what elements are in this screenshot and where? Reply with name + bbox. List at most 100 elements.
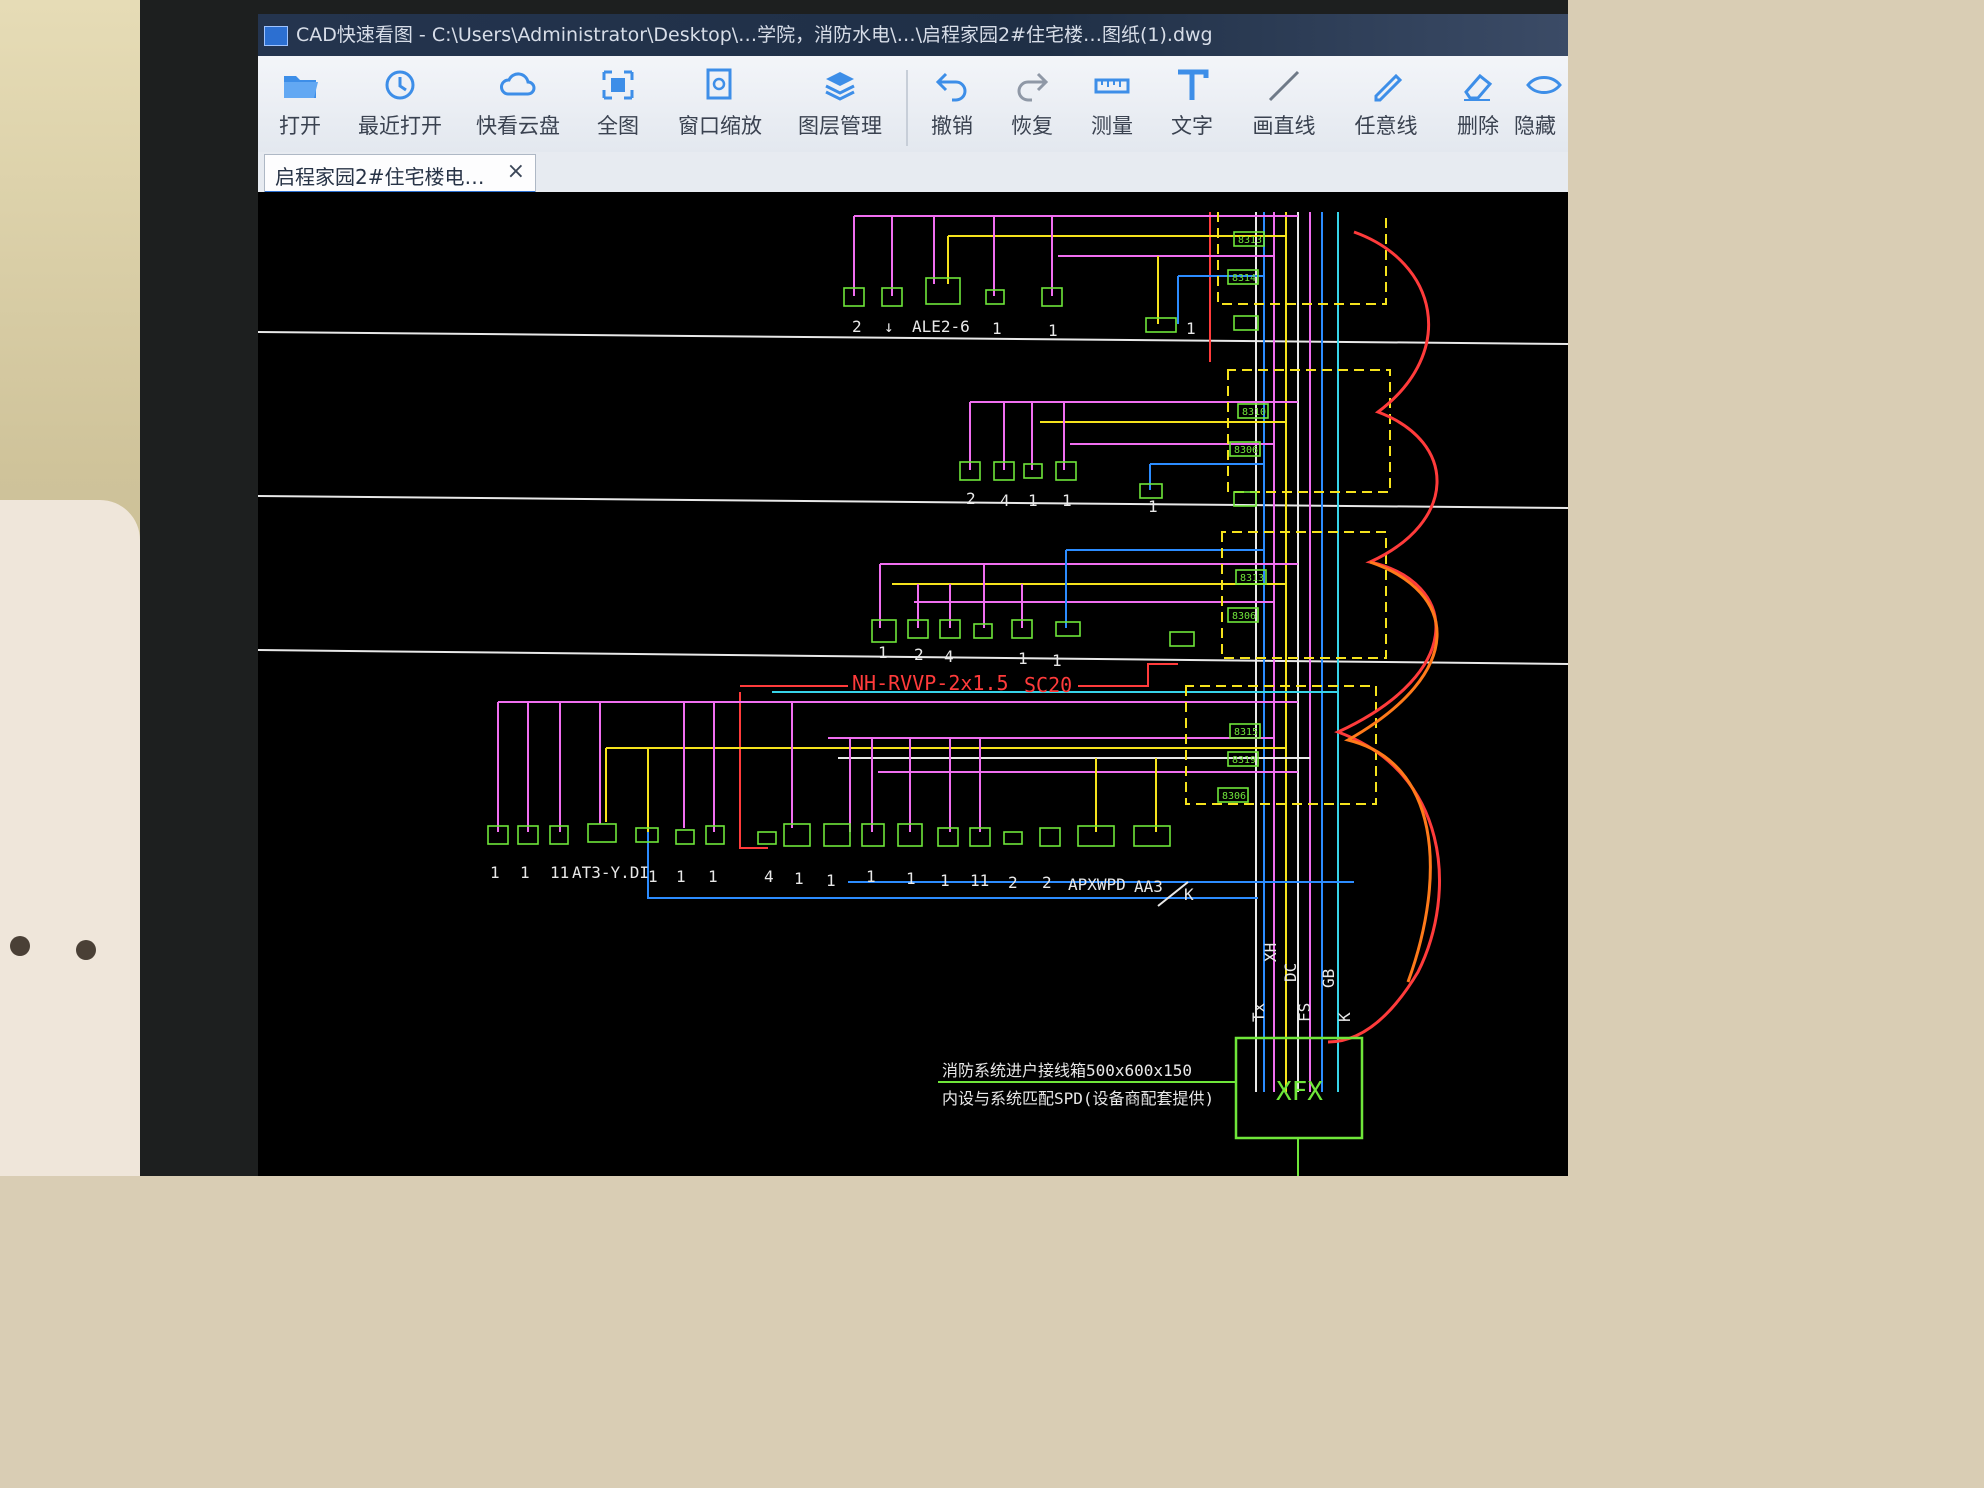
tab-strip: 启程家园2#住宅楼电… ×: [258, 152, 1568, 194]
drop-wire: [605, 748, 1157, 832]
note-text: 消防系统进户接线箱500x600x150: [942, 1061, 1192, 1080]
hide-icon: [1526, 76, 1562, 94]
device-count-label: 2: [852, 317, 862, 336]
delete-label: 删除: [1457, 114, 1499, 138]
open-button[interactable]: 打开: [258, 66, 348, 150]
loop-cable: [1327, 230, 1441, 1044]
fit-all-icon: [602, 70, 634, 100]
note-text: 内设与系统匹配SPD(设备商配套提供): [942, 1089, 1214, 1108]
device-tag: 8306: [1232, 611, 1256, 622]
paper-hole: [10, 936, 30, 956]
drop-wire: [853, 216, 1053, 296]
trunk-label: FS: [1295, 1003, 1314, 1022]
device-count-label: 1: [940, 871, 950, 890]
tab-close-button[interactable]: ×: [507, 159, 525, 184]
layer-manager-label: 图层管理: [798, 114, 882, 138]
wiring-diagram: 2 ↓ ALE2-6 1 1 1 2 4 1 1 1 1 2 4 1 1 NH-…: [258, 212, 1568, 1176]
toolbar: 打开 最近打开 快看云盘 全图 窗口缩放 图层管理 撤销 恢复 测量 文字 画直…: [258, 56, 1568, 153]
device-count-label: 1: [1186, 319, 1196, 338]
device-count-label: 1: [1018, 649, 1028, 668]
floor-box: [1185, 685, 1377, 805]
floor-line: [258, 495, 1568, 509]
device-count-label: 2: [1008, 873, 1018, 892]
delete-button[interactable]: 删除: [1430, 66, 1526, 150]
device-count-label: 2: [914, 645, 924, 664]
device-tag: 8319: [1232, 755, 1256, 766]
freehand-button[interactable]: 任意线: [1338, 66, 1434, 150]
layer-manager-button[interactable]: 图层管理: [792, 66, 888, 150]
window-zoom-label: 窗口缩放: [678, 114, 762, 138]
device-count-label: ↓: [884, 317, 894, 336]
device-count-label: 1: [826, 871, 836, 890]
floor-box: [1217, 212, 1387, 305]
undo-icon: [935, 72, 967, 102]
drop-wire: [969, 402, 1065, 470]
device-model-label: AT3-Y.DI: [572, 863, 649, 882]
recent-button[interactable]: 最近打开: [352, 66, 448, 150]
device-count-label: 1: [1062, 491, 1072, 510]
device-tag: 8310: [1242, 407, 1266, 418]
text-label: 文字: [1171, 114, 1213, 138]
cloud-drive-button[interactable]: 快看云盘: [470, 66, 566, 150]
draw-line-button[interactable]: 画直线: [1236, 66, 1332, 150]
freehand-label: 任意线: [1354, 114, 1418, 138]
app-logo-icon: [264, 26, 288, 46]
clock-history-icon: [385, 70, 415, 100]
draw-line-label: 画直线: [1252, 114, 1316, 138]
junction-box-label: XFX: [1276, 1077, 1323, 1107]
open-label: 打开: [279, 114, 321, 138]
paper-hole: [76, 940, 96, 960]
hide-label: 隐藏: [1514, 114, 1556, 138]
line-icon: [1268, 70, 1300, 102]
fit-all-button[interactable]: 全图: [570, 66, 666, 150]
device-tag: 8315: [1234, 727, 1258, 738]
fire-cable: [739, 692, 768, 849]
trunk-label: DC: [1281, 963, 1300, 982]
background-paper: [0, 500, 140, 1176]
device-count-label: 1: [648, 867, 658, 886]
device-model-label: APXWPD: [1068, 875, 1126, 894]
ruler-icon: [1094, 78, 1130, 94]
trunk-label: XH: [1261, 943, 1280, 962]
drawing-canvas[interactable]: 2 ↓ ALE2-6 1 1 1 2 4 1 1 1 1 2 4 1 1 NH-…: [258, 192, 1568, 1176]
device-count-label: 4: [764, 867, 774, 886]
trunk-label: K: [1335, 1012, 1354, 1022]
recent-label: 最近打开: [358, 114, 442, 138]
trunk-label: GB: [1319, 969, 1338, 988]
device-count-label: 1: [1048, 321, 1058, 340]
window-zoom-icon: [706, 68, 732, 100]
eraser-icon: [1464, 73, 1493, 101]
folder-open-icon: [284, 76, 318, 98]
app-window: CAD快速看图 - C:\Users\Administrator\Desktop…: [258, 14, 1568, 1176]
device-count-label: 1: [992, 319, 1002, 338]
device-tag: 8313: [1238, 235, 1262, 246]
conduit-spec-label: SC20: [1024, 673, 1072, 697]
text-button[interactable]: 文字: [1144, 66, 1240, 150]
device-tag: 8306: [1222, 791, 1246, 802]
hide-button[interactable]: 隐藏: [1514, 66, 1568, 150]
trunk-label: Tx: [1249, 1002, 1268, 1022]
text-icon: [1178, 69, 1209, 100]
device-tag: 8314: [1232, 273, 1256, 284]
tab-drawing[interactable]: 启程家园2#住宅楼电… ×: [264, 154, 536, 194]
device-count-label: 1: [708, 867, 718, 886]
device-count-label: 4: [1000, 491, 1010, 510]
device-tag: 8306: [1234, 445, 1258, 456]
window-zoom-button[interactable]: 窗口缩放: [672, 66, 768, 150]
device-count-label: 1: [794, 869, 804, 888]
device-count-label: 1: [490, 863, 500, 882]
device-count-label: 1: [1052, 651, 1062, 670]
device-count-label: 1: [676, 867, 686, 886]
device-count-label: 11: [550, 863, 569, 882]
device-tag: 8313: [1240, 573, 1264, 584]
device-count-label: 1: [520, 863, 530, 882]
device-model-label: AA3: [1134, 877, 1163, 896]
title-bar: CAD快速看图 - C:\Users\Administrator\Desktop…: [258, 14, 1568, 56]
tab-label: 启程家园2#住宅楼电…: [275, 165, 485, 189]
device-count-label: 11: [970, 871, 989, 890]
device-count-label: 1: [878, 643, 888, 662]
device-count-label: 1: [1028, 491, 1038, 510]
redo-icon: [1017, 72, 1049, 102]
device-model-label: K: [1184, 885, 1194, 904]
pen-icon: [1374, 73, 1403, 102]
